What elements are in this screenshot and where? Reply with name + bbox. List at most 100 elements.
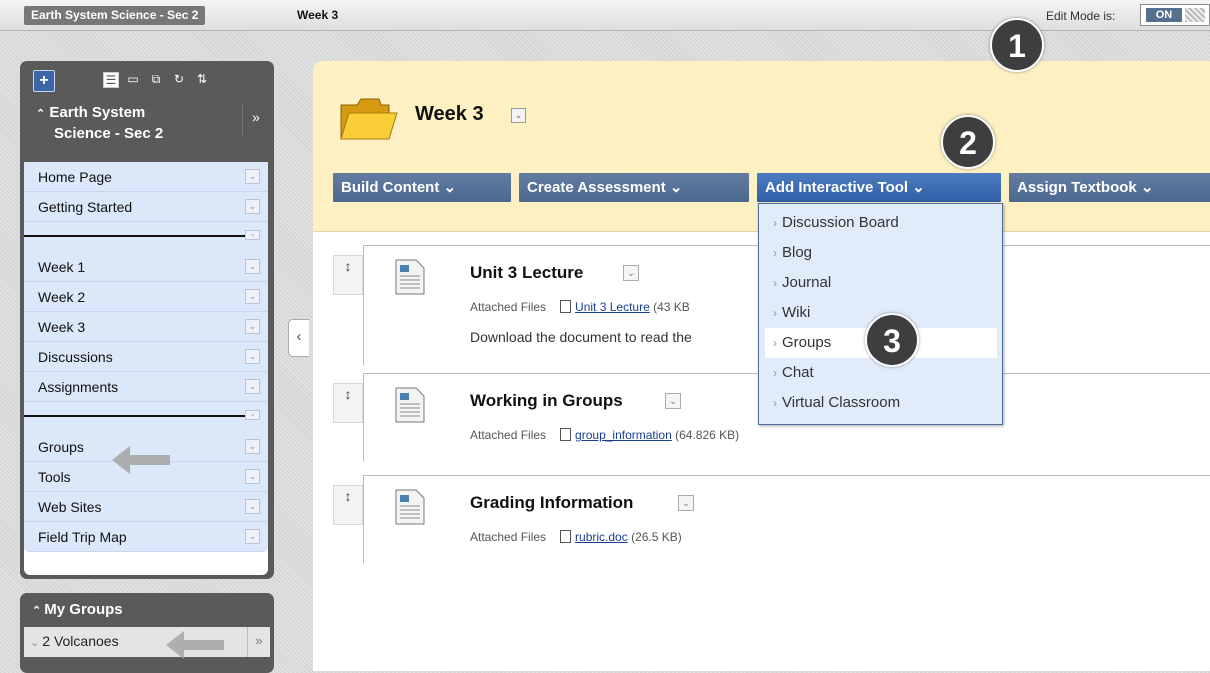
attached-files-label: Attached Files: [470, 300, 547, 314]
menu-item-label: Chat: [782, 364, 814, 381]
window-view-icon[interactable]: ⧉: [149, 72, 163, 86]
toggle-off-area: [1185, 8, 1205, 22]
expand-chevron-icon[interactable]: ⌄: [30, 637, 42, 649]
page-title: Week 3: [415, 103, 484, 125]
chevron-right-icon: ›: [773, 246, 777, 260]
sidebar-item-field-trip-map[interactable]: Field Trip Map ⌄: [24, 522, 268, 552]
folder-icon: [340, 98, 398, 140]
create-assessment-button[interactable]: Create Assessment ⌄: [519, 173, 749, 202]
chevron-down-icon[interactable]: ⌄: [245, 469, 260, 484]
drag-handle-icon[interactable]: ↕: [333, 255, 363, 295]
sidebar-item-week-2[interactable]: Week 2 ⌄: [24, 282, 268, 312]
edit-mode-state: ON: [1146, 8, 1182, 22]
chevron-down-icon[interactable]: ⌄: [245, 199, 260, 214]
chevron-down-icon[interactable]: ⌄: [245, 379, 260, 394]
chevron-down-icon[interactable]: ⌄: [678, 495, 694, 511]
chevron-down-icon[interactable]: ⌄: [245, 439, 260, 454]
file-link[interactable]: group_information: [575, 428, 672, 442]
sidebar-item-label: Week 1: [38, 259, 86, 275]
document-icon: [395, 489, 425, 525]
group-item-2-volcanoes[interactable]: ⌄ 2 Volcanoes »: [24, 627, 270, 657]
assign-textbook-button[interactable]: Assign Textbook ⌄: [1009, 173, 1210, 202]
course-title[interactable]: ⌃ Earth System Science - Sec 2: [36, 103, 236, 144]
menu-item-blog[interactable]: › Blog: [765, 238, 997, 268]
menu-item-label: Wiki: [782, 304, 811, 321]
sidebar-item-label: Web Sites: [38, 499, 102, 515]
sidebar-item-week-3[interactable]: Week 3 ⌄: [24, 312, 268, 342]
file-size: (43 KB: [653, 300, 690, 314]
file-icon: [560, 300, 572, 313]
attached-files: Attached Files group_information (64.826 …: [470, 428, 739, 442]
chevron-down-icon: ⌄: [1140, 179, 1154, 196]
menu-divider: ⌄: [24, 402, 268, 432]
chevron-down-icon[interactable]: ⌄: [245, 499, 260, 514]
menu-item-label: Virtual Classroom: [782, 394, 901, 411]
add-menu-item-button[interactable]: +: [33, 70, 55, 92]
chevron-right-icon: ›: [773, 216, 777, 230]
drag-handle-icon[interactable]: ↕: [333, 383, 363, 423]
menu-item-discussion-board[interactable]: › Discussion Board: [765, 208, 997, 238]
chevron-down-icon[interactable]: ⌄: [511, 108, 526, 123]
expand-menu-icon[interactable]: »: [242, 105, 269, 137]
chevron-down-icon[interactable]: ⌄: [665, 393, 681, 409]
course-menu: + ☰ ▭ ⧉ ↻ ⇅ ⌃ Earth System Science - Sec…: [20, 61, 274, 579]
chevron-down-icon[interactable]: ⌄: [245, 319, 260, 334]
my-groups-title-text: My Groups: [44, 601, 123, 618]
chevron-right-icon: ›: [773, 366, 777, 380]
edit-mode-toggle[interactable]: ON: [1140, 4, 1210, 26]
sidebar-item-discussions[interactable]: Discussions ⌄: [24, 342, 268, 372]
attached-files: Attached Files rubric.doc (26.5 KB): [470, 530, 682, 544]
menu-item-label: Discussion Board: [782, 214, 899, 231]
content-item-description: Download the document to read the: [470, 329, 692, 345]
chevron-down-icon[interactable]: ⌄: [245, 230, 260, 240]
drag-handle-icon[interactable]: ↕: [333, 485, 363, 525]
chevron-down-icon[interactable]: ⌄: [245, 529, 260, 544]
file-link[interactable]: Unit 3 Lecture: [575, 300, 650, 314]
sidebar-item-home-page[interactable]: Home Page ⌄: [24, 162, 268, 192]
sidebar-item-week-1[interactable]: Week 1 ⌄: [24, 252, 268, 282]
chevron-down-icon[interactable]: ⌄: [245, 259, 260, 274]
menu-item-virtual-classroom[interactable]: › Virtual Classroom: [765, 388, 997, 418]
file-link[interactable]: rubric.doc: [575, 530, 628, 544]
chevron-down-icon[interactable]: ⌄: [245, 349, 260, 364]
attached-files-label: Attached Files: [470, 530, 547, 544]
my-groups-title[interactable]: ⌃ My Groups: [32, 601, 123, 618]
chevron-right-icon: ›: [773, 336, 777, 350]
collapse-sidebar-button[interactable]: ‹: [288, 319, 309, 357]
chevron-down-icon[interactable]: ⌄: [245, 169, 260, 184]
menu-item-label: Groups: [782, 334, 832, 351]
my-groups-panel: ⌃ My Groups ⌄ 2 Volcanoes »: [20, 593, 274, 673]
breadcrumb-course[interactable]: Earth System Science - Sec 2: [24, 6, 206, 25]
sidebar-item-label: Assignments: [38, 379, 119, 395]
document-icon: [395, 259, 425, 295]
file-size: (26.5 KB): [631, 530, 682, 544]
chevron-down-icon[interactable]: ⌄: [245, 289, 260, 304]
attached-files-label: Attached Files: [470, 428, 547, 442]
sidebar-item-assignments[interactable]: Assignments ⌄: [24, 372, 268, 402]
document-icon: [395, 387, 425, 423]
menu-item-label: Blog: [782, 244, 813, 261]
sidebar-item-web-sites[interactable]: Web Sites ⌄: [24, 492, 268, 522]
group-open-icon[interactable]: »: [247, 627, 270, 657]
chevron-down-icon[interactable]: ⌄: [623, 265, 639, 281]
menu-list: Home Page ⌄ Getting Started ⌄ ⌄ Week 1 ⌄ We…: [24, 162, 268, 575]
chevron-down-icon[interactable]: ⌄: [245, 410, 260, 420]
refresh-icon[interactable]: ↻: [172, 72, 186, 86]
pointer-arrow-my-groups: [166, 631, 224, 659]
callout-1: 1: [990, 18, 1044, 72]
list-view-icon[interactable]: ☰: [103, 72, 119, 88]
content-item: ↕ Grading Information ⌄ Attached Files ru…: [333, 475, 1210, 563]
content-item-title[interactable]: Unit 3 Lecture: [470, 263, 583, 283]
sidebar-item-label: Week 2: [38, 289, 86, 305]
sidebar-item-getting-started[interactable]: Getting Started ⌄: [24, 192, 268, 222]
build-content-button[interactable]: Build Content ⌄: [333, 173, 511, 202]
group-name: 2 Volcanoes: [42, 633, 119, 649]
folder-view-icon[interactable]: ▭: [126, 72, 140, 86]
menu-item-journal[interactable]: › Journal: [765, 268, 997, 298]
content-item-title[interactable]: Working in Groups: [470, 391, 623, 411]
add-interactive-tool-button[interactable]: Add Interactive Tool ⌄: [757, 173, 1001, 202]
content-item-title[interactable]: Grading Information: [470, 493, 633, 513]
sidebar-item-label: Home Page: [38, 169, 112, 185]
reorder-icon[interactable]: ⇅: [195, 72, 209, 86]
collapse-chevron-icon: ⌃: [36, 108, 46, 120]
